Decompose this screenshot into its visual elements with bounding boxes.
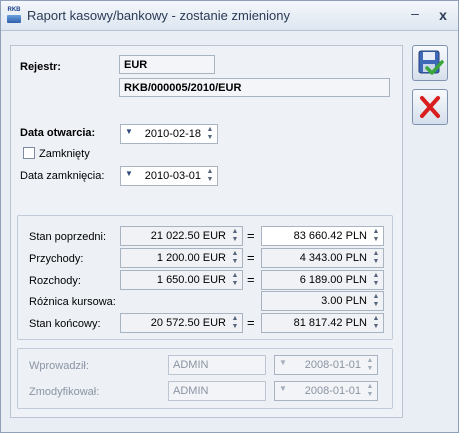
rejestr-number-field[interactable]: RKB/000005/2010/EUR bbox=[119, 78, 390, 97]
close-date-picker[interactable]: ▼ 2010-03-01 ▲ ▼ bbox=[120, 166, 218, 186]
spinner-icon[interactable]: ▲ ▼ bbox=[230, 250, 240, 266]
entered-date-picker: ▼ 2008-01-01 ▲ ▼ bbox=[274, 355, 378, 375]
save-button[interactable] bbox=[412, 45, 448, 81]
spinner-icon: ▲ ▼ bbox=[366, 383, 374, 398]
open-date-picker[interactable]: ▼ 2010-02-18 ▲ ▼ bbox=[120, 124, 218, 144]
spinner-icon[interactable]: ▲ ▼ bbox=[371, 293, 381, 309]
close-date-value: 2010-03-01 bbox=[144, 170, 201, 182]
spinner-icon[interactable]: ▲ ▼ bbox=[371, 250, 381, 266]
expenses-amount[interactable]: 1 650.00 EUR ▲ ▼ bbox=[120, 270, 243, 290]
cancel-button[interactable] bbox=[412, 89, 448, 125]
income-pln[interactable]: 4 343.00 PLN ▲ ▼ bbox=[261, 248, 384, 268]
close-date-label: Data zamknięcia: bbox=[20, 170, 105, 182]
final-balance-amount[interactable]: 20 572.50 EUR ▲ ▼ bbox=[120, 313, 243, 333]
closed-checkbox-label: Zamknięty bbox=[39, 148, 90, 160]
entered-by-user-field: ADMIN bbox=[168, 355, 266, 375]
equals-sign: = bbox=[247, 228, 255, 243]
spinner-icon[interactable]: ▲ ▼ bbox=[230, 228, 240, 244]
balance-row-label: Stan końcowy: bbox=[29, 318, 101, 330]
save-icon bbox=[418, 50, 444, 75]
dialog-window: RKB Raport kasowy/bankowy - zostanie zmi… bbox=[0, 0, 459, 433]
dropdown-arrow-icon[interactable]: ▼ bbox=[125, 127, 133, 136]
spinner-icon[interactable]: ▲ ▼ bbox=[205, 168, 215, 184]
rejestr-code-field[interactable]: EUR bbox=[119, 55, 215, 74]
spinner-icon[interactable]: ▲ ▼ bbox=[230, 315, 240, 331]
equals-sign: = bbox=[247, 250, 255, 265]
modified-by-label: Zmodyfikował: bbox=[29, 386, 100, 398]
spinner-icon[interactable]: ▲ ▼ bbox=[371, 228, 381, 244]
close-button[interactable]: x bbox=[433, 6, 453, 24]
minimize-button[interactable]: – bbox=[405, 4, 425, 22]
previous-balance-amount[interactable]: 21 022.50 EUR ▲ ▼ bbox=[120, 226, 243, 246]
balance-row-label: Różnica kursowa: bbox=[29, 296, 116, 308]
dropdown-arrow-icon[interactable]: ▼ bbox=[125, 169, 133, 178]
equals-sign: = bbox=[247, 272, 255, 287]
main-panel: Rejestr: EUR RKB/000005/2010/EUR Data ot… bbox=[10, 45, 403, 418]
equals-sign: = bbox=[247, 315, 255, 330]
final-balance-pln[interactable]: 81 817.42 PLN ▲ ▼ bbox=[261, 313, 384, 333]
exchange-difference-pln[interactable]: 3.00 PLN ▲ ▼ bbox=[261, 291, 384, 311]
expenses-pln[interactable]: 6 189.00 PLN ▲ ▼ bbox=[261, 270, 384, 290]
app-icon: RKB bbox=[6, 7, 22, 25]
previous-balance-pln[interactable]: 83 660.42 PLN ▲ ▼ bbox=[261, 226, 384, 246]
closed-checkbox[interactable] bbox=[23, 147, 35, 159]
dropdown-arrow-icon: ▼ bbox=[279, 358, 287, 367]
rejestr-label: Rejestr: bbox=[20, 61, 61, 73]
spinner-icon[interactable]: ▲ ▼ bbox=[371, 315, 381, 331]
modified-by-user-field: ADMIN bbox=[168, 381, 266, 401]
income-amount[interactable]: 1 200.00 EUR ▲ ▼ bbox=[120, 248, 243, 268]
cancel-icon bbox=[420, 96, 440, 118]
title-bar[interactable]: RKB Raport kasowy/bankowy - zostanie zmi… bbox=[1, 1, 458, 31]
window-title: Raport kasowy/bankowy - zostanie zmienio… bbox=[27, 8, 291, 23]
spinner-icon: ▲ ▼ bbox=[366, 357, 374, 372]
entered-by-label: Wprowadził: bbox=[29, 360, 89, 372]
spinner-icon[interactable]: ▲ ▼ bbox=[205, 126, 215, 142]
balance-row-label: Stan poprzedni: bbox=[29, 231, 107, 243]
balance-row-label: Przychody: bbox=[29, 253, 84, 265]
open-date-label: Data otwarcia: bbox=[20, 127, 96, 139]
open-date-value: 2010-02-18 bbox=[144, 128, 201, 140]
spinner-icon[interactable]: ▲ ▼ bbox=[230, 272, 240, 288]
modified-date-picker: ▼ 2008-01-01 ▲ ▼ bbox=[274, 381, 378, 401]
dropdown-arrow-icon: ▼ bbox=[279, 384, 287, 393]
spinner-icon[interactable]: ▲ ▼ bbox=[371, 272, 381, 288]
balance-row-label: Rozchody: bbox=[29, 275, 81, 287]
